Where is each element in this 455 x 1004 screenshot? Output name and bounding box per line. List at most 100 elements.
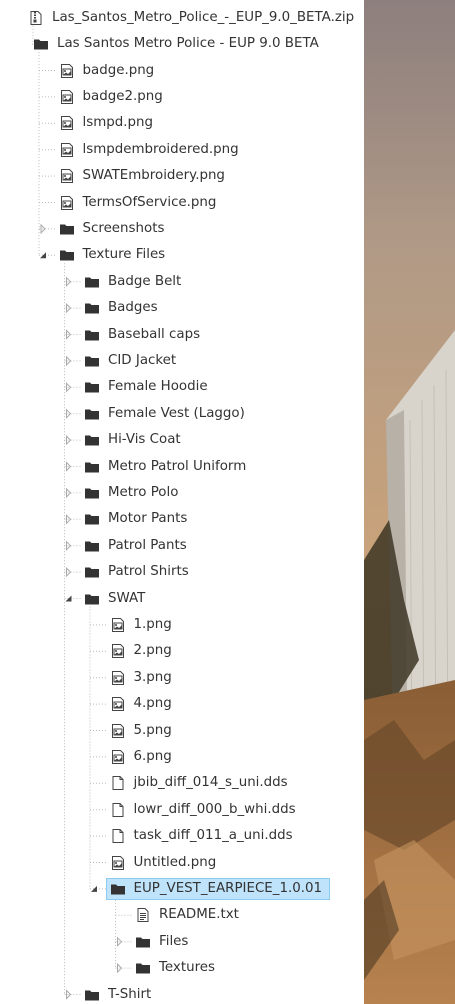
tree-node-label: badge2.png [82, 88, 163, 104]
tree-node[interactable]: 4.png [110, 692, 172, 716]
expanded-caret-icon[interactable] [91, 885, 97, 892]
tree-node-label: EUP_VEST_EARPIECE_1.0.01 [133, 880, 323, 896]
image-file-icon [59, 63, 75, 79]
tree-node[interactable]: Female Hoodie [84, 375, 208, 399]
tree-node[interactable]: TermsOfService.png [59, 191, 217, 215]
folder-icon [110, 881, 126, 897]
tree-node-label: Motor Pants [108, 511, 188, 527]
tree-node-label: Patrol Shirts [108, 564, 189, 580]
tree-node[interactable]: lsmpd.png [59, 111, 153, 135]
tree-node[interactable]: 1.png [110, 613, 172, 637]
tree-node-selected[interactable]: EUP_VEST_EARPIECE_1.0.01 [105, 877, 330, 901]
blank-file-icon [110, 802, 126, 818]
folder-icon [84, 300, 100, 316]
tree-node-label: Texture Files [82, 247, 166, 263]
tree-node[interactable]: Patrol Shirts [84, 560, 189, 584]
tree-node[interactable]: 5.png [110, 719, 172, 743]
tree-node[interactable]: badge.png [59, 59, 155, 83]
tree-node[interactable]: CID Jacket [84, 349, 176, 373]
tree-node-label: Files [159, 933, 189, 949]
tree-node[interactable]: 3.png [110, 666, 172, 690]
tree-node[interactable]: Badges [84, 296, 158, 320]
expanded-caret-icon[interactable] [65, 595, 72, 602]
tree-node-label: 1.png [133, 616, 172, 632]
tree-node-label: Female Vest (Laggo) [108, 405, 245, 421]
tree-node[interactable]: Texture Files [59, 243, 166, 267]
tree-node[interactable]: Motor Pants [84, 507, 187, 531]
folder-icon [135, 934, 151, 950]
tree-node[interactable]: task_diff_011_a_uni.dds [110, 824, 293, 848]
tree-node-label: 6.png [133, 748, 172, 764]
tree-node[interactable]: Files [135, 930, 188, 954]
image-file-icon [110, 670, 126, 686]
folder-icon [84, 591, 100, 607]
tree-node-label: Textures [159, 960, 215, 976]
file-tree: Las_Santos_Metro_Police_-_EUP_9.0_BETA.z… [0, 0, 364, 1004]
tree-node[interactable]: Las_Santos_Metro_Police_-_EUP_9.0_BETA.z… [28, 6, 354, 30]
tree-node[interactable]: 2.png [110, 639, 172, 663]
tree-node[interactable]: Hi-Vis Coat [84, 428, 181, 452]
tree-node[interactable]: Textures [135, 956, 215, 980]
tree-node-label: Patrol Pants [108, 537, 187, 553]
tree-node-label: README.txt [159, 907, 239, 923]
image-file-icon [59, 168, 75, 184]
tree-node[interactable]: Screenshots [59, 217, 164, 241]
tree-node-label: TermsOfService.png [82, 194, 217, 210]
tree-node[interactable]: Untitled.png [110, 851, 217, 875]
tree-node-label: lowr_diff_000_b_whi.dds [133, 801, 296, 817]
tree-node-label: Metro Polo [108, 484, 179, 500]
text-file-icon [135, 907, 151, 923]
tree-node-label: SWAT [108, 590, 146, 606]
folder-icon [84, 485, 100, 501]
tree-node-label: Metro Patrol Uniform [108, 458, 247, 474]
image-file-icon [110, 749, 126, 765]
tree-node[interactable]: SWATEmbroidery.png [59, 164, 225, 188]
tree-node-label: 4.png [133, 696, 172, 712]
tree-node-label: task_diff_011_a_uni.dds [133, 828, 293, 844]
tree-node-label: badge.png [82, 62, 155, 78]
folder-icon [84, 327, 100, 343]
tree-node[interactable]: Female Vest (Laggo) [84, 402, 245, 426]
image-file-icon [110, 617, 126, 633]
tree-node-label: SWATEmbroidery.png [82, 168, 225, 184]
tree-node-label: jbib_diff_014_s_uni.dds [133, 775, 288, 791]
tree-node[interactable]: jbib_diff_014_s_uni.dds [110, 771, 288, 795]
folder-icon [33, 36, 49, 52]
tree-node[interactable]: lsmpdembroidered.png [59, 138, 239, 162]
zip-file-icon [28, 10, 44, 26]
tree-node[interactable]: SWAT [84, 587, 145, 611]
folder-icon [84, 274, 100, 290]
image-file-icon [59, 195, 75, 211]
tree-node-label: Female Hoodie [108, 379, 208, 395]
tree-node-label: 5.png [133, 722, 172, 738]
tree-node-label: lsmpd.png [82, 115, 153, 131]
tree-node-label: 2.png [133, 643, 172, 659]
tree-node[interactable]: README.txt [135, 903, 239, 927]
tree-node[interactable]: Las Santos Metro Police - EUP 9.0 BETA [33, 32, 319, 56]
folder-icon [84, 406, 100, 422]
background-photo-art [364, 0, 455, 1004]
tree-node[interactable]: badge2.png [59, 85, 163, 109]
tree-node-label: Untitled.png [133, 854, 217, 870]
tree-node[interactable]: T-Shirt [84, 983, 151, 1004]
tree-node-label: 3.png [133, 669, 172, 685]
folder-icon [84, 432, 100, 448]
background-photo [364, 0, 455, 1004]
tree-node[interactable]: Baseball caps [84, 323, 200, 347]
tree-node-label: Las_Santos_Metro_Police_-_EUP_9.0_BETA.z… [52, 9, 355, 25]
image-file-icon [59, 89, 75, 105]
tree-node[interactable]: Metro Polo [84, 481, 178, 505]
tree-node-label: Badge Belt [108, 273, 182, 289]
tree-node-label: Hi-Vis Coat [108, 432, 181, 448]
tree-node-label: lsmpdembroidered.png [82, 141, 239, 157]
tree-node[interactable]: lowr_diff_000_b_whi.dds [110, 798, 296, 822]
tree-node-label: T-Shirt [108, 986, 152, 1002]
tree-node[interactable]: 6.png [110, 745, 172, 769]
folder-icon [59, 247, 75, 263]
image-file-icon [59, 142, 75, 158]
folder-icon [84, 538, 100, 554]
tree-node[interactable]: Badge Belt [84, 270, 181, 294]
tree-node[interactable]: Patrol Pants [84, 534, 187, 558]
tree-node[interactable]: Metro Patrol Uniform [84, 455, 246, 479]
image-file-icon [110, 643, 126, 659]
